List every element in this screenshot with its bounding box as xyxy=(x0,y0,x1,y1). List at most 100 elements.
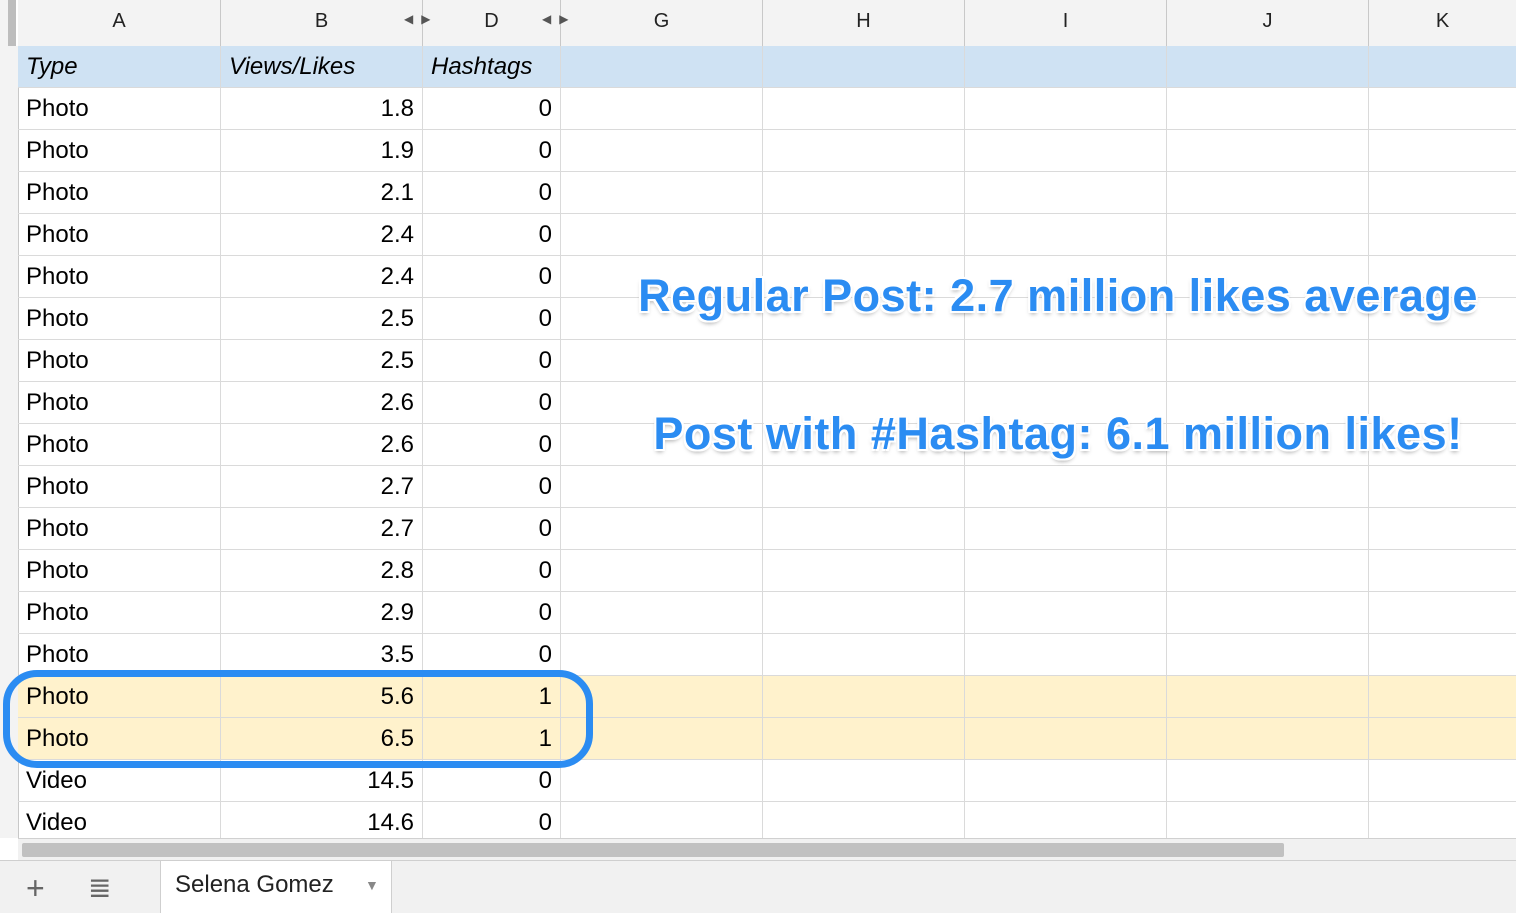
empty-cell[interactable] xyxy=(1369,676,1516,718)
hashtags-cell[interactable]: 0 xyxy=(423,424,561,466)
column-header-j[interactable]: J xyxy=(1167,0,1369,46)
views-likes-cell[interactable]: 2.8 xyxy=(221,550,423,592)
empty-cell[interactable] xyxy=(763,592,965,634)
type-cell[interactable]: Photo xyxy=(18,466,221,508)
empty-cell[interactable] xyxy=(763,130,965,172)
views-likes-cell[interactable]: 2.4 xyxy=(221,256,423,298)
views-likes-cell[interactable]: 2.5 xyxy=(221,340,423,382)
empty-cell[interactable] xyxy=(965,508,1167,550)
horizontal-scrollbar[interactable] xyxy=(18,838,1516,861)
empty-cell[interactable] xyxy=(965,172,1167,214)
empty-cell[interactable] xyxy=(1369,46,1516,88)
type-cell[interactable]: Photo xyxy=(18,592,221,634)
empty-cell[interactable] xyxy=(1369,88,1516,130)
column-header-i[interactable]: I xyxy=(965,0,1167,46)
hashtags-cell[interactable]: 0 xyxy=(423,172,561,214)
empty-cell[interactable] xyxy=(561,550,763,592)
views-likes-cell[interactable]: 2.7 xyxy=(221,466,423,508)
empty-cell[interactable] xyxy=(763,634,965,676)
empty-cell[interactable] xyxy=(1369,466,1516,508)
empty-cell[interactable] xyxy=(965,46,1167,88)
type-cell[interactable]: Photo xyxy=(18,130,221,172)
type-cell[interactable]: Photo xyxy=(18,256,221,298)
empty-cell[interactable] xyxy=(965,130,1167,172)
hashtags-cell[interactable]: 0 xyxy=(423,130,561,172)
empty-cell[interactable] xyxy=(1167,340,1369,382)
empty-cell[interactable] xyxy=(561,340,763,382)
column-header-k[interactable]: K xyxy=(1369,0,1516,46)
empty-cell[interactable] xyxy=(763,508,965,550)
empty-cell[interactable] xyxy=(965,592,1167,634)
empty-cell[interactable] xyxy=(1369,550,1516,592)
empty-cell[interactable] xyxy=(1167,172,1369,214)
horizontal-scrollbar-thumb[interactable] xyxy=(22,843,1284,857)
empty-cell[interactable] xyxy=(763,340,965,382)
empty-cell[interactable] xyxy=(1167,130,1369,172)
views-likes-cell[interactable]: 2.9 xyxy=(221,592,423,634)
sheet-tab-selena-gomez[interactable]: Selena Gomez ▼ xyxy=(160,861,392,913)
type-cell[interactable]: Photo xyxy=(18,508,221,550)
empty-cell[interactable] xyxy=(561,508,763,550)
header-type-cell[interactable]: Type xyxy=(18,46,221,88)
empty-cell[interactable] xyxy=(561,466,763,508)
empty-cell[interactable] xyxy=(1369,718,1516,760)
hashtags-cell[interactable]: 0 xyxy=(423,382,561,424)
empty-cell[interactable] xyxy=(1167,508,1369,550)
empty-cell[interactable] xyxy=(1167,88,1369,130)
views-likes-cell[interactable]: 2.6 xyxy=(221,424,423,466)
hashtags-cell[interactable]: 0 xyxy=(423,466,561,508)
select-all-corner[interactable] xyxy=(0,0,16,46)
empty-cell[interactable] xyxy=(965,718,1167,760)
empty-cell[interactable] xyxy=(965,634,1167,676)
empty-cell[interactable] xyxy=(1167,592,1369,634)
empty-cell[interactable] xyxy=(561,130,763,172)
empty-cell[interactable] xyxy=(561,46,763,88)
empty-cell[interactable] xyxy=(763,466,965,508)
header-views-cell[interactable]: Views/Likes xyxy=(221,46,423,88)
empty-cell[interactable] xyxy=(763,214,965,256)
empty-cell[interactable] xyxy=(1369,214,1516,256)
empty-cell[interactable] xyxy=(561,634,763,676)
type-cell[interactable]: Photo xyxy=(18,550,221,592)
caret-down-icon[interactable]: ▼ xyxy=(365,877,379,893)
hashtags-cell[interactable]: 0 xyxy=(423,550,561,592)
empty-cell[interactable] xyxy=(965,550,1167,592)
hashtags-cell[interactable]: 0 xyxy=(423,214,561,256)
empty-cell[interactable] xyxy=(561,592,763,634)
hashtags-cell[interactable]: 0 xyxy=(423,88,561,130)
empty-cell[interactable] xyxy=(763,172,965,214)
hidden-column-c-arrows-icon[interactable]: ◀▶ xyxy=(404,12,438,26)
empty-cell[interactable] xyxy=(965,340,1167,382)
empty-cell[interactable] xyxy=(561,172,763,214)
column-header-a[interactable]: A xyxy=(18,0,221,46)
column-header-g[interactable]: G xyxy=(561,0,763,46)
hashtags-cell[interactable]: 0 xyxy=(423,508,561,550)
empty-cell[interactable] xyxy=(561,88,763,130)
empty-cell[interactable] xyxy=(1167,550,1369,592)
empty-cell[interactable] xyxy=(561,214,763,256)
header-hashtags-cell[interactable]: Hashtags xyxy=(423,46,561,88)
type-cell[interactable]: Photo xyxy=(18,214,221,256)
empty-cell[interactable] xyxy=(763,46,965,88)
column-header-d[interactable]: D xyxy=(423,0,561,46)
empty-cell[interactable] xyxy=(965,88,1167,130)
empty-cell[interactable] xyxy=(1369,760,1516,802)
type-cell[interactable]: Photo xyxy=(18,340,221,382)
empty-cell[interactable] xyxy=(1167,46,1369,88)
empty-cell[interactable] xyxy=(965,676,1167,718)
hashtags-cell[interactable]: 0 xyxy=(423,340,561,382)
empty-cell[interactable] xyxy=(1167,760,1369,802)
empty-cell[interactable] xyxy=(763,760,965,802)
views-likes-cell[interactable]: 2.5 xyxy=(221,298,423,340)
views-likes-cell[interactable]: 2.6 xyxy=(221,382,423,424)
column-header-b[interactable]: B xyxy=(221,0,423,46)
column-header-h[interactable]: H xyxy=(763,0,965,46)
type-cell[interactable]: Photo xyxy=(18,298,221,340)
hidden-columns-ef-arrows-icon[interactable]: ◀▶ xyxy=(542,12,576,26)
hashtags-cell[interactable]: 0 xyxy=(423,298,561,340)
empty-cell[interactable] xyxy=(1369,172,1516,214)
empty-cell[interactable] xyxy=(1369,508,1516,550)
hashtags-cell[interactable]: 0 xyxy=(423,592,561,634)
type-cell[interactable]: Photo xyxy=(18,424,221,466)
views-likes-cell[interactable]: 2.7 xyxy=(221,508,423,550)
